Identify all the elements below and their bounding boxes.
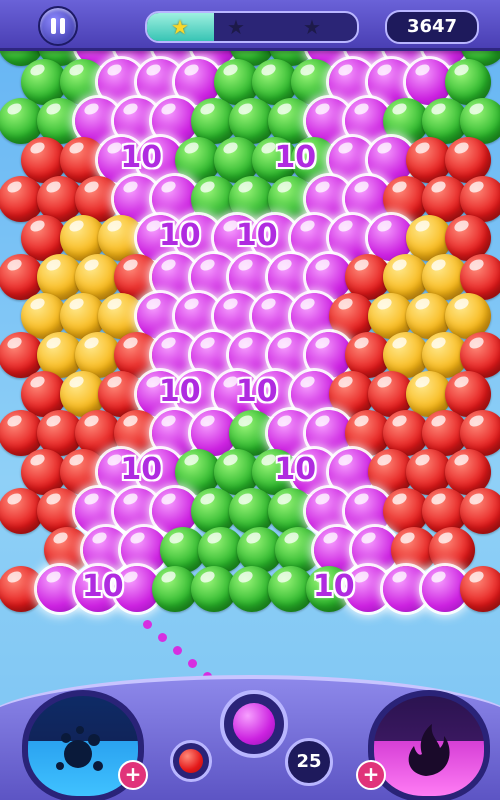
star-icon-1: ★: [171, 15, 189, 39]
pause-icon-bar-left: [51, 18, 56, 34]
star-progress-bar: ★ ★ ★: [145, 11, 359, 43]
points-popup: 10: [235, 374, 278, 409]
points-popup: 10: [274, 140, 317, 175]
pause-icon-bar-right: [60, 18, 65, 34]
score-display: 3647: [385, 10, 479, 44]
add-booster-right-button[interactable]: +: [356, 760, 386, 790]
star-icon-2: ★: [227, 15, 245, 39]
aim-dot: [143, 620, 152, 629]
aim-dot: [158, 633, 167, 642]
moves-counter: 25: [285, 738, 333, 786]
next-bubble: [179, 749, 203, 773]
bottom-panel: + 25 +: [0, 650, 500, 800]
bubble-red: [460, 488, 500, 534]
points-popup: 10: [312, 569, 355, 604]
points-popup: 10: [274, 452, 317, 487]
bubble-shooter[interactable]: [220, 690, 288, 758]
shooter-bubble: [233, 703, 275, 745]
pause-button[interactable]: [38, 6, 78, 46]
fire-icon: [408, 724, 450, 776]
bubble-red: [460, 566, 500, 612]
points-popup: 10: [81, 569, 124, 604]
points-popup: 10: [158, 374, 201, 409]
points-popup: 10: [120, 452, 163, 487]
points-popup: 10: [120, 140, 163, 175]
game-stage[interactable]: 10 10 10 10 10 10 10 10 10 10 ★ ★ ★ 3647 +: [0, 0, 500, 800]
swap-bubble-button[interactable]: [170, 740, 212, 782]
points-popup: 10: [158, 218, 201, 253]
fire-booster-button[interactable]: [368, 690, 490, 800]
points-popup: 10: [235, 218, 278, 253]
add-booster-left-button[interactable]: +: [118, 760, 148, 790]
top-hud: ★ ★ ★ 3647: [0, 0, 500, 51]
star-icon-3: ★: [303, 15, 321, 39]
bubble-field[interactable]: 10 10 10 10 10 10 10 10 10 10: [0, 0, 500, 640]
